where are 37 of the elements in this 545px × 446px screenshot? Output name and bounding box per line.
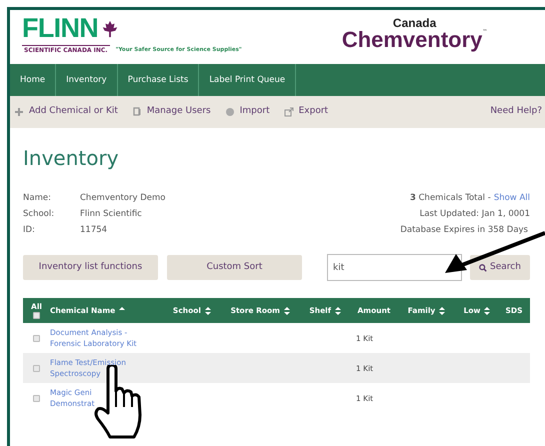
info-value: 11754 — [80, 224, 108, 236]
expiry-notice: Database Expires in 358 Days — [400, 224, 528, 236]
inventory-functions-button[interactable]: Inventory list functions — [23, 255, 158, 280]
help-link[interactable]: Need Help? — [490, 105, 542, 119]
product-name: Chemventory — [342, 29, 482, 51]
checkbox[interactable] — [33, 312, 40, 318]
sort-icon[interactable] — [438, 306, 446, 316]
toolbar-link[interactable]: Add Chemical or Kit — [29, 105, 118, 119]
sort-icon[interactable] — [483, 306, 492, 316]
circle-icon — [224, 107, 235, 117]
sort-icon[interactable] — [334, 306, 342, 316]
last-updated: Last Updated: Jan 1, 0001 — [420, 208, 530, 220]
maple-leaf-icon — [101, 20, 120, 38]
product-region: Canada — [392, 17, 436, 29]
brand-logo-text: FLINN — [22, 15, 98, 42]
toolbar-link[interactable]: Manage Users — [146, 105, 211, 119]
sort-icon[interactable] — [204, 306, 212, 316]
export-icon — [284, 107, 294, 117]
checkbox[interactable] — [33, 334, 40, 342]
search-button[interactable]: Search — [470, 255, 530, 280]
chemicals-total: 3 Chemicals Total - — [410, 192, 491, 205]
show-all-link[interactable]: Show All — [494, 192, 530, 205]
info-value: Chemventory Demo — [80, 192, 166, 205]
checkbox[interactable] — [33, 394, 40, 402]
sort-icon[interactable] — [283, 306, 291, 316]
custom-sort-button[interactable]: Custom Sort — [167, 255, 302, 280]
info-label: ID: — [23, 224, 36, 236]
page-title: Inventory — [23, 148, 120, 168]
checkbox[interactable] — [33, 364, 40, 372]
info-label: School: — [23, 208, 56, 220]
plus-icon — [14, 107, 24, 117]
info-label: Name: — [23, 192, 52, 205]
toolbar-link[interactable]: Import — [240, 105, 270, 119]
info-value: Flinn Scientific — [80, 208, 142, 220]
search-icon — [479, 264, 488, 272]
toolbar-link[interactable]: Export — [298, 105, 328, 119]
search-field[interactable]: kit — [327, 254, 462, 282]
